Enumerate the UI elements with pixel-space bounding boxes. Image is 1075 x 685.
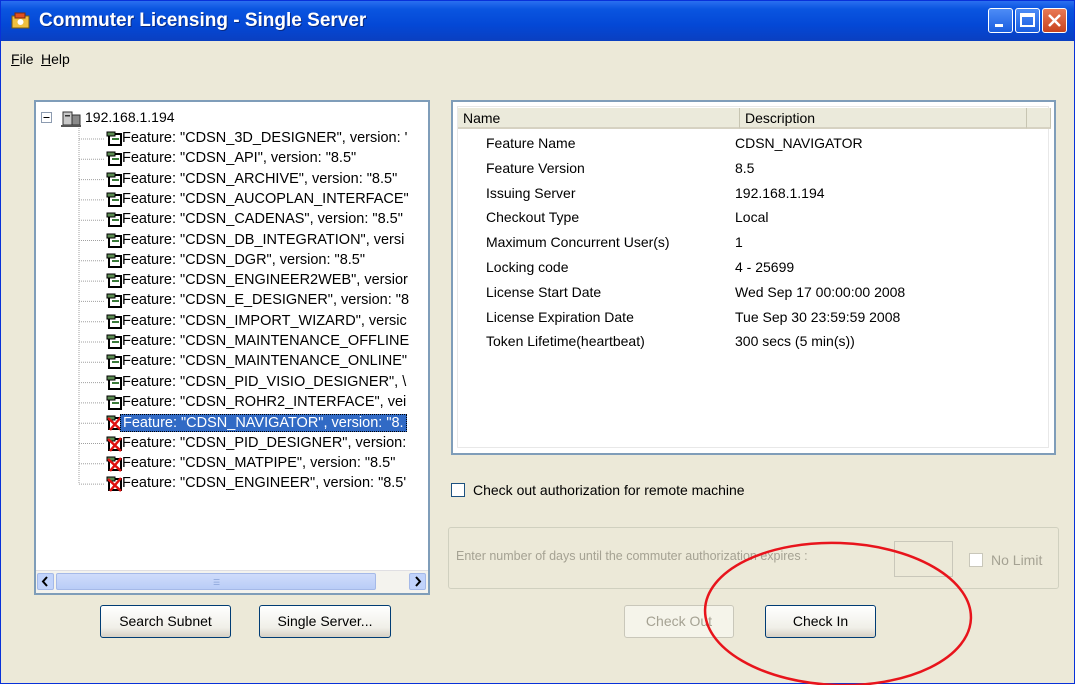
tree-item-label: Feature: "CDSN_DB_INTEGRATION", versi: [122, 231, 405, 248]
maximize-icon: [1020, 13, 1035, 27]
tree-item-label: Feature: "CDSN_3D_DESIGNER", version: ': [122, 130, 408, 146]
chevron-left-icon: [41, 576, 48, 587]
detail-row-value: 192.168.1.194: [735, 184, 825, 201]
detail-row-name: License Expiration Date: [486, 308, 634, 325]
days-label: Enter number of days until the commuter …: [456, 549, 808, 563]
window-title: Commuter Licensing - Single Server: [39, 10, 367, 31]
detail-row-value: Wed Sep 17 00:00:00 2008: [735, 283, 906, 300]
tree-item-label: Feature: "CDSN_PID_VISIO_DESIGNER", \: [122, 373, 407, 390]
check-out-button[interactable]: Check Out: [624, 605, 734, 638]
detail-row-name: Token Lifetime(heartbeat): [486, 333, 645, 350]
detail-row-value: Local: [735, 209, 769, 226]
days-input[interactable]: [894, 541, 953, 577]
collapse-icon[interactable]: [41, 112, 52, 123]
scroll-thumb[interactable]: ☰: [56, 573, 376, 590]
detail-row-value: 1: [735, 234, 743, 251]
column-header-name[interactable]: Name: [458, 108, 740, 129]
detail-row-name: Issuing Server: [486, 184, 576, 201]
detail-row-value: CDSN_NAVIGATOR: [735, 135, 863, 151]
detail-row-name: License Start Date: [486, 283, 602, 300]
detail-row-value: 4 - 25699: [735, 259, 795, 275]
scroll-right-button[interactable]: [409, 573, 426, 590]
tree-item-label: Feature: "CDSN_E_DESIGNER", version: "8: [122, 292, 410, 309]
detail-row-value: 8.5: [735, 159, 755, 176]
title-bar[interactable]: Commuter Licensing - Single Server: [1, 1, 1074, 41]
tree-item-label: Feature: "CDSN_MATPIPE", version: "8.5": [122, 454, 396, 471]
scroll-left-button[interactable]: [37, 573, 54, 590]
menu-bar: File Help: [1, 46, 1074, 70]
close-button[interactable]: [1042, 8, 1067, 33]
detail-row-name: Feature Name: [486, 135, 576, 151]
app-icon: [11, 12, 30, 29]
detail-row-name: Maximum Concurrent User(s): [486, 234, 670, 251]
tree-root-label: 192.168.1.194: [85, 109, 175, 125]
tree-item-label: Feature: "CDSN_MAINTENANCE_ONLINE": [122, 353, 408, 370]
minimize-button[interactable]: [988, 8, 1013, 33]
column-header-description[interactable]: Description: [740, 108, 1027, 129]
tree-item-label: Feature: "CDSN_ROHR2_INTERFACE", vei: [122, 393, 407, 410]
tree-item-label: Feature: "CDSN_IMPORT_WIZARD", versic: [122, 312, 407, 329]
tree-item-label: Feature: "CDSN_API", version: "8.5": [122, 150, 357, 167]
detail-row-name: Feature Version: [486, 159, 585, 176]
detail-row-value: 300 secs (5 min(s)): [735, 333, 855, 350]
maximize-button[interactable]: [1015, 8, 1040, 33]
feature-details-list[interactable]: Name Description Feature Name CDSN_NAVIGA…: [451, 100, 1056, 455]
tree-item-label: Feature: "CDSN_DGR", version: "8.5": [122, 251, 366, 268]
tree-horizontal-scrollbar[interactable]: ☰: [36, 570, 428, 593]
check-in-button[interactable]: Check In: [765, 605, 876, 638]
column-header-filler: [1027, 108, 1051, 129]
remote-machine-checkbox[interactable]: [451, 483, 465, 497]
single-server-button[interactable]: Single Server...: [259, 605, 391, 638]
minimize-icon: [995, 24, 1003, 27]
scroll-grip-icon: ☰: [213, 578, 221, 587]
tree-item-label: Feature: "CDSN_MAINTENANCE_OFFLINE: [122, 333, 410, 349]
server-icon: [61, 111, 81, 127]
no-limit-checkbox[interactable]: [969, 553, 983, 567]
tree-item-label: Feature: "CDSN_ENGINEER", version: "8.5': [122, 475, 407, 492]
tree-item-label: Feature: "CDSN_PID_DESIGNER", version:: [122, 434, 407, 451]
no-limit-label: No Limit: [991, 552, 1043, 568]
remote-machine-label: Check out authorization for remote machi…: [473, 482, 745, 498]
close-icon: [1048, 14, 1061, 27]
main-window: Commuter Licensing - Single Server File …: [0, 0, 1075, 685]
detail-row-name: Locking code: [486, 259, 569, 275]
tree-item-label: Feature: "CDSN_CADENAS", version: "8.5": [122, 211, 403, 228]
chevron-right-icon: [415, 576, 422, 587]
tree-item-label: Feature: "CDSN_ARCHIVE", version: "8.5": [122, 170, 398, 187]
detail-row-value: Tue Sep 30 23:59:59 2008: [735, 308, 901, 325]
server-feature-tree[interactable]: 192.168.1.194 Feature: "CDSN_3D_DESIGNER…: [34, 100, 430, 595]
detail-row-name: Checkout Type: [486, 209, 580, 226]
menu-file[interactable]: File: [11, 51, 34, 67]
search-subnet-button[interactable]: Search Subnet: [100, 605, 231, 638]
tree-item-label: Feature: "CDSN_ENGINEER2WEB", versior: [122, 272, 408, 289]
menu-help[interactable]: Help: [41, 51, 70, 67]
tree-item-label: Feature: "CDSN_AUCOPLAN_INTERFACE": [122, 190, 409, 207]
tree-item-label: Feature: "CDSN_NAVIGATOR", version: "8.: [120, 414, 407, 433]
